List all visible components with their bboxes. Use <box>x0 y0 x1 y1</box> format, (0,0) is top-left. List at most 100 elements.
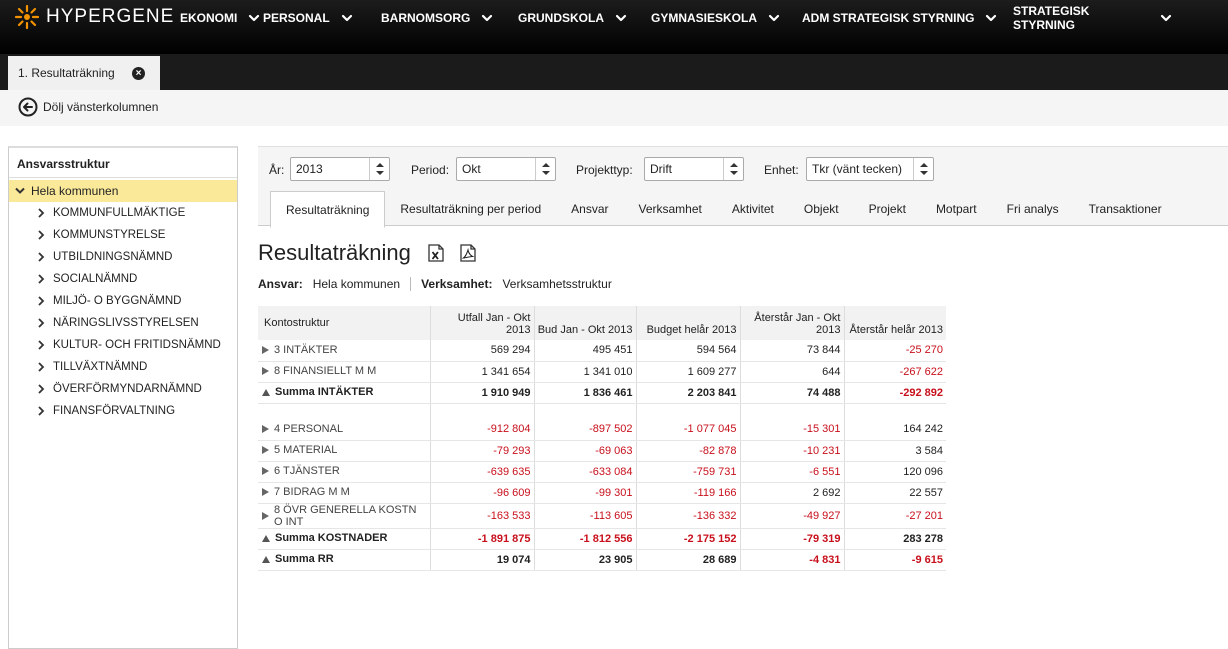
sidebar-item-9[interactable]: ÖVERFÖRMYNDARNÄMND <box>9 378 237 400</box>
value-cell <box>635 403 740 419</box>
sidebar-item-10[interactable]: FINANSFÖRVALTNING <box>9 400 237 422</box>
summary-row[interactable]: Summa INTÄKTER 1 910 949 1 836 461 2 203 84… <box>258 382 946 404</box>
tab-3[interactable]: Ansvar <box>556 191 623 227</box>
column-header: Kontostruktur <box>258 306 430 340</box>
tab-7[interactable]: Projekt <box>854 191 921 227</box>
account-cell: 7 BIDRAG M M <box>258 482 430 504</box>
expand-right-icon[interactable] <box>262 367 269 375</box>
expand-right-icon[interactable] <box>262 488 269 496</box>
chevron-right-icon[interactable] <box>37 384 45 394</box>
nav-item-gymnasieskola[interactable]: GYMNASIESKOLA <box>651 0 802 36</box>
chevron-down-icon[interactable] <box>340 11 354 25</box>
year-select[interactable]: 2013 <box>290 157 390 181</box>
chevron-right-icon[interactable] <box>37 230 45 240</box>
sidebar-item-4[interactable]: SOCIALNÄMND <box>9 268 237 290</box>
chevron-right-icon[interactable] <box>37 296 45 306</box>
value-cell: 28 689 <box>635 549 740 571</box>
sidebar-item-2[interactable]: KOMMUNSTYRELSE <box>9 224 237 246</box>
value-cell: -96 609 <box>429 482 534 504</box>
chevron-right-icon[interactable] <box>37 318 45 328</box>
spinner-arrows-icon[interactable] <box>369 158 389 180</box>
hide-left-column-button[interactable]: Dölj vänsterkolumnen <box>18 97 158 117</box>
table-row[interactable]: 8 ÖVR GENERELLA KOSTN O INT -163 533 -113 … <box>258 503 946 529</box>
document-tab-resultatrakning[interactable]: 1. Resultaträkning × <box>8 56 160 90</box>
tab-1[interactable]: Resultaträkning <box>270 191 386 228</box>
sidebar-item-7[interactable]: KULTUR- OCH FRITIDSNÄMND <box>9 334 237 356</box>
summary-row[interactable]: Summa KOSTNADER -1 891 875 -1 812 556 -2 17… <box>258 528 946 550</box>
expand-right-icon[interactable] <box>262 345 269 354</box>
spinner-arrows-icon[interactable] <box>535 158 555 180</box>
tab-9[interactable]: Fri analys <box>992 191 1074 227</box>
chevron-down-icon[interactable] <box>984 11 998 25</box>
value-cell: -6 551 <box>739 461 844 483</box>
table-row[interactable]: 4 PERSONAL -912 804 -897 502 -1 077 045 -15 … <box>258 419 946 441</box>
chevron-right-icon[interactable] <box>37 340 45 350</box>
unit-select[interactable]: Tkr (vänt tecken) <box>806 157 934 181</box>
sidebar-item-5[interactable]: MILJÖ- O BYGGNÄMND <box>9 290 237 312</box>
tab-4[interactable]: Verksamhet <box>624 191 717 227</box>
sidebar-item-hela-kommunen[interactable]: Hela kommunen <box>9 180 237 202</box>
chevron-down-icon[interactable] <box>15 187 25 195</box>
summary-row[interactable]: Summa RR 19 074 23 905 28 689 -4 831 -9 615 <box>258 549 946 571</box>
spinner-arrows-icon[interactable] <box>723 158 743 180</box>
chevron-right-icon[interactable] <box>37 274 45 284</box>
table-row[interactable]: 7 BIDRAG M M -96 609 -99 301 -119 166 2 692 2… <box>258 482 946 504</box>
tab-10[interactable]: Transaktioner <box>1074 191 1177 227</box>
account-cell: Summa KOSTNADER <box>258 528 430 550</box>
chevron-down-icon[interactable] <box>247 11 261 25</box>
collapse-up-icon[interactable] <box>262 555 270 563</box>
chevron-down-icon[interactable] <box>1159 11 1173 25</box>
spinner-arrows-icon[interactable] <box>913 158 933 180</box>
value-cell <box>533 403 636 419</box>
value-cell: -292 892 <box>843 382 946 404</box>
sidebar-item-8[interactable]: TILLVÄXTNÄMND <box>9 356 237 378</box>
collapse-up-icon[interactable] <box>262 534 270 542</box>
value-cell: 495 451 <box>533 340 636 362</box>
account-cell: 6 TJÄNSTER <box>258 461 430 483</box>
nav-item-label: ADM STRATEGISK STYRNING <box>802 11 975 25</box>
account-cell: 5 MATERIAL <box>258 440 430 462</box>
sidebar-item-6[interactable]: NÄRINGSLIVSSTYRELSEN <box>9 312 237 334</box>
chevron-down-icon[interactable] <box>480 11 494 25</box>
table-row[interactable]: 3 INTÄKTER 569 294 495 451 594 564 73 844 -25… <box>258 340 946 362</box>
sidebar-item-3[interactable]: UTBILDNINGSNÄMND <box>9 246 237 268</box>
nav-item-ekonomi[interactable]: EKONOMI <box>180 0 263 36</box>
column-header: Budget helår 2013 <box>635 306 740 340</box>
brand-logo[interactable]: HYPERGENE <box>14 4 174 30</box>
table-row[interactable]: 5 MATERIAL -79 293 -69 063 -82 878 -10 231 3 … <box>258 440 946 462</box>
expand-right-icon[interactable] <box>262 424 269 433</box>
expand-right-icon[interactable] <box>262 446 269 454</box>
tab-2[interactable]: Resultaträkning per period <box>385 191 556 227</box>
chevron-down-icon[interactable] <box>767 11 781 25</box>
tab-5[interactable]: Aktivitet <box>717 191 789 227</box>
nav-item-personal[interactable]: PERSONAL <box>263 0 381 36</box>
nav-item-label: EKONOMI <box>180 11 238 25</box>
verksamhet-value: Verksamhetsstruktur <box>502 277 612 291</box>
pdf-export-icon[interactable] <box>460 244 476 262</box>
nav-item-strategisk-styrning[interactable]: STRATEGISK STYRNING <box>1013 0 1173 36</box>
tab-6[interactable]: Objekt <box>789 191 854 227</box>
expand-right-icon[interactable] <box>262 511 269 520</box>
period-select[interactable]: Okt <box>456 157 556 181</box>
chevron-down-icon[interactable] <box>614 11 628 25</box>
excel-export-icon[interactable] <box>428 244 444 262</box>
arrow-left-circle-icon <box>18 97 38 117</box>
table-row[interactable]: 8 FINANSIELLT M M 1 341 654 1 341 010 1 609… <box>258 361 946 383</box>
chevron-right-icon[interactable] <box>37 362 45 372</box>
value-cell: -10 231 <box>739 440 844 462</box>
close-icon[interactable]: × <box>132 67 145 80</box>
chevron-right-icon[interactable] <box>37 406 45 416</box>
nav-item-grundskola[interactable]: GRUNDSKOLA <box>518 0 651 36</box>
tab-8[interactable]: Motpart <box>921 191 992 227</box>
table-row[interactable]: 6 TJÄNSTER -639 635 -633 084 -759 731 -6 551… <box>258 461 946 483</box>
document-tab-label: 1. Resultaträkning <box>18 66 115 80</box>
nav-item-adm-strategisk-styrning[interactable]: ADM STRATEGISK STYRNING <box>802 0 1013 36</box>
project-type-select[interactable]: Drift <box>644 157 744 181</box>
collapse-up-icon[interactable] <box>262 388 270 396</box>
value-cell: -759 731 <box>635 461 740 483</box>
chevron-right-icon[interactable] <box>37 252 45 262</box>
expand-right-icon[interactable] <box>262 467 269 475</box>
nav-item-barnomsorg[interactable]: BARNOMSORG <box>381 0 518 36</box>
sidebar-item-1[interactable]: KOMMUNFULLMÄKTIGE <box>9 202 237 224</box>
chevron-right-icon[interactable] <box>37 208 45 218</box>
